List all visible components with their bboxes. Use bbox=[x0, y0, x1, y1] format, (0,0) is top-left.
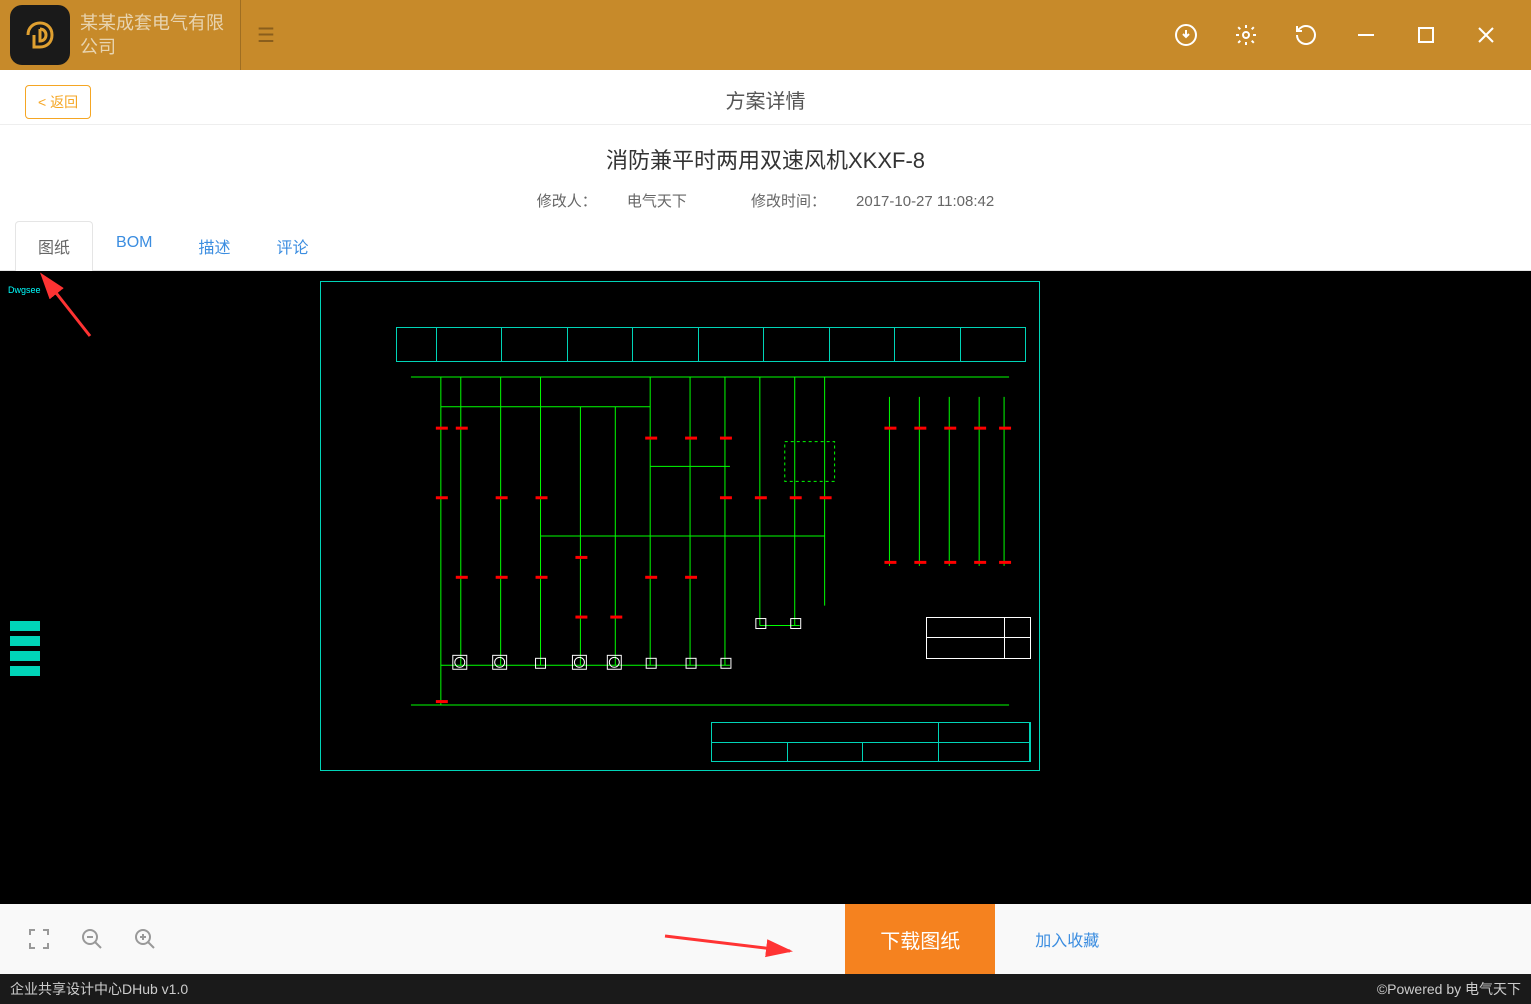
refresh-icon[interactable] bbox=[1291, 20, 1321, 50]
detail-header: 消防兼平时两用双速风机XKXF-8 修改人： 电气天下 修改时间： 2017-10-… bbox=[0, 125, 1531, 221]
annotation-arrow-2 bbox=[660, 931, 800, 966]
download-icon[interactable] bbox=[1171, 20, 1201, 50]
detail-title: 消防兼平时两用双速风机XKXF-8 bbox=[0, 143, 1531, 175]
titlebar: 某某成套电气有限公司 ☰ bbox=[0, 0, 1531, 70]
download-button[interactable]: 下载图纸 bbox=[845, 904, 995, 974]
cad-drawing bbox=[320, 281, 1040, 771]
drawing-info-box bbox=[926, 617, 1031, 659]
statusbar: 企业共享设计中心DHub v1.0 ©Powered by 电气天下 bbox=[0, 974, 1531, 1004]
content-header: < 返回 方案详情 bbox=[0, 70, 1531, 125]
zoom-out-icon[interactable] bbox=[78, 925, 106, 953]
drawing-header-table bbox=[396, 327, 1026, 362]
annotation-arrow-1 bbox=[45, 281, 95, 346]
viewer-toolbar: 下载图纸 加入收藏 bbox=[0, 904, 1531, 974]
hamburger-icon[interactable]: ☰ bbox=[241, 23, 291, 48]
settings-icon[interactable] bbox=[1231, 20, 1261, 50]
fullscreen-icon[interactable] bbox=[25, 925, 53, 953]
detail-meta: 修改人： 电气天下 修改时间： 2017-10-27 11:08:42 bbox=[0, 190, 1531, 211]
tab-drawing[interactable]: 图纸 bbox=[15, 221, 93, 271]
sidebar-marks bbox=[10, 621, 40, 676]
zoom-in-icon[interactable] bbox=[131, 925, 159, 953]
modtime-label: 修改时间： bbox=[751, 193, 826, 210]
favorite-link[interactable]: 加入收藏 bbox=[1035, 927, 1099, 951]
tab-comment[interactable]: 评论 bbox=[253, 221, 331, 270]
modtime-value: 2017-10-27 11:08:42 bbox=[856, 193, 994, 210]
tab-bom[interactable]: BOM bbox=[93, 221, 175, 270]
drawing-viewport[interactable]: Dwgsee bbox=[0, 271, 1531, 904]
modifier-value: 电气天下 bbox=[627, 193, 687, 210]
maximize-icon[interactable] bbox=[1411, 20, 1441, 50]
app-logo bbox=[10, 5, 70, 65]
statusbar-right: ©Powered by 电气天下 bbox=[1377, 979, 1521, 999]
close-icon[interactable] bbox=[1471, 20, 1501, 50]
statusbar-left: 企业共享设计中心DHub v1.0 bbox=[10, 979, 188, 999]
minimize-icon[interactable] bbox=[1351, 20, 1381, 50]
drawing-title-block bbox=[711, 722, 1031, 762]
company-name: 某某成套电气有限公司 bbox=[80, 11, 240, 59]
back-button[interactable]: < 返回 bbox=[25, 85, 91, 119]
page-title: 方案详情 bbox=[20, 85, 1511, 114]
modifier-label: 修改人： bbox=[537, 193, 597, 210]
circuit-schematic bbox=[391, 367, 1029, 715]
tab-bar: 图纸 BOM 描述 评论 bbox=[0, 221, 1531, 271]
drawing-watermark: Dwgsee bbox=[8, 285, 41, 295]
tab-desc[interactable]: 描述 bbox=[175, 221, 253, 270]
